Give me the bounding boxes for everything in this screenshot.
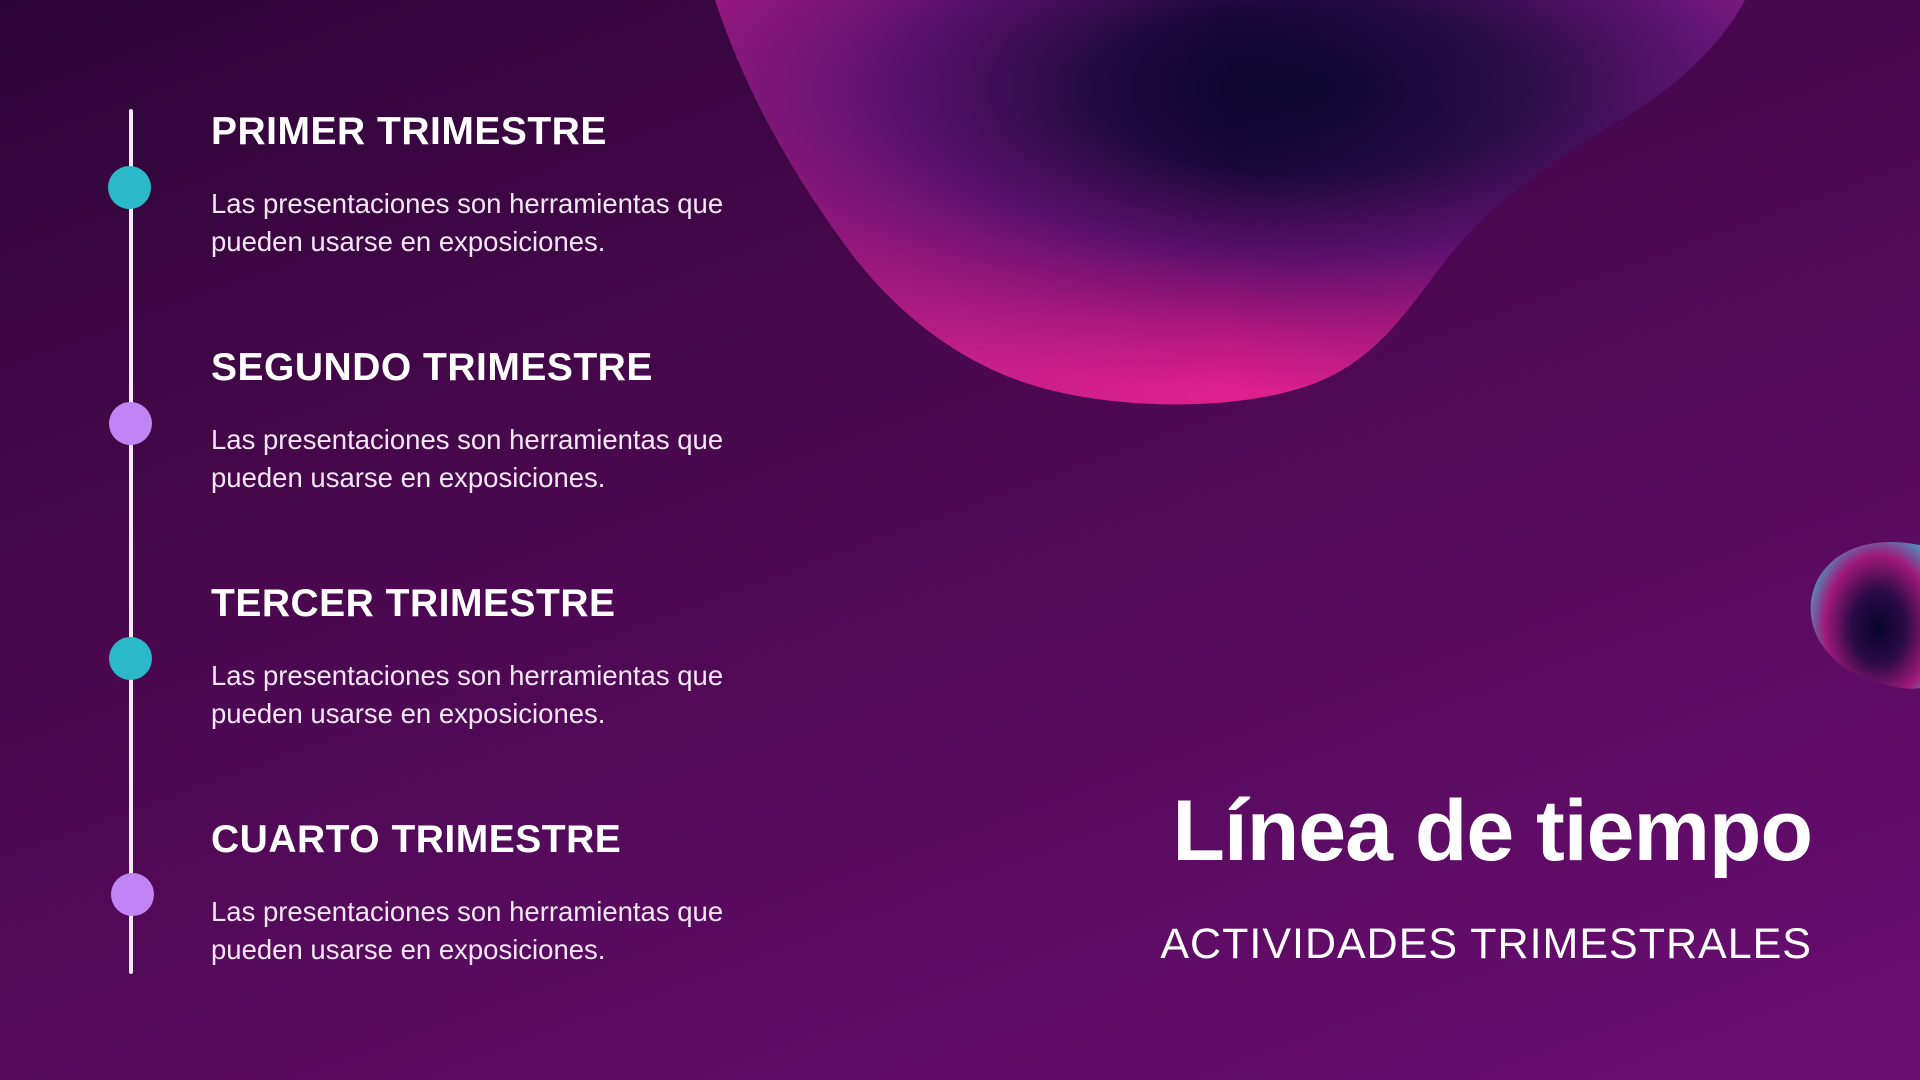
small-blob — [1810, 541, 1920, 689]
timeline-item-title-2: SEGUNDO TRIMESTRE — [211, 346, 653, 389]
timeline-dot-4 — [111, 873, 154, 916]
timeline-item-title-1: PRIMER TRIMESTRE — [211, 110, 607, 153]
timeline-item-description-1: Las presentaciones son herramientas que … — [211, 188, 724, 257]
timeline-item-title-4: CUARTO TRIMESTRE — [211, 818, 622, 861]
timeline-dot-1 — [108, 166, 151, 209]
timeline-item-description-4: Las presentaciones son herramientas que … — [211, 896, 724, 965]
timeline-item-description-2: Las presentaciones son herramientas que … — [211, 424, 724, 493]
large-blob — [715, 0, 1745, 405]
timeline-item-title-3: TERCER TRIMESTRE — [211, 582, 616, 625]
slide-subtitle: ACTIVIDADES TRIMESTRALES — [1160, 920, 1812, 968]
slide-title: Línea de tiempo — [1172, 783, 1813, 879]
timeline-dot-3 — [109, 637, 152, 680]
timeline-line — [129, 109, 133, 974]
slide: PRIMER TRIMESTRE Las presentaciones son … — [0, 0, 1920, 1080]
large-blob-edge — [715, 0, 1745, 405]
timeline-dot-2 — [109, 402, 152, 445]
timeline-item-description-3: Las presentaciones son herramientas que … — [211, 660, 724, 729]
